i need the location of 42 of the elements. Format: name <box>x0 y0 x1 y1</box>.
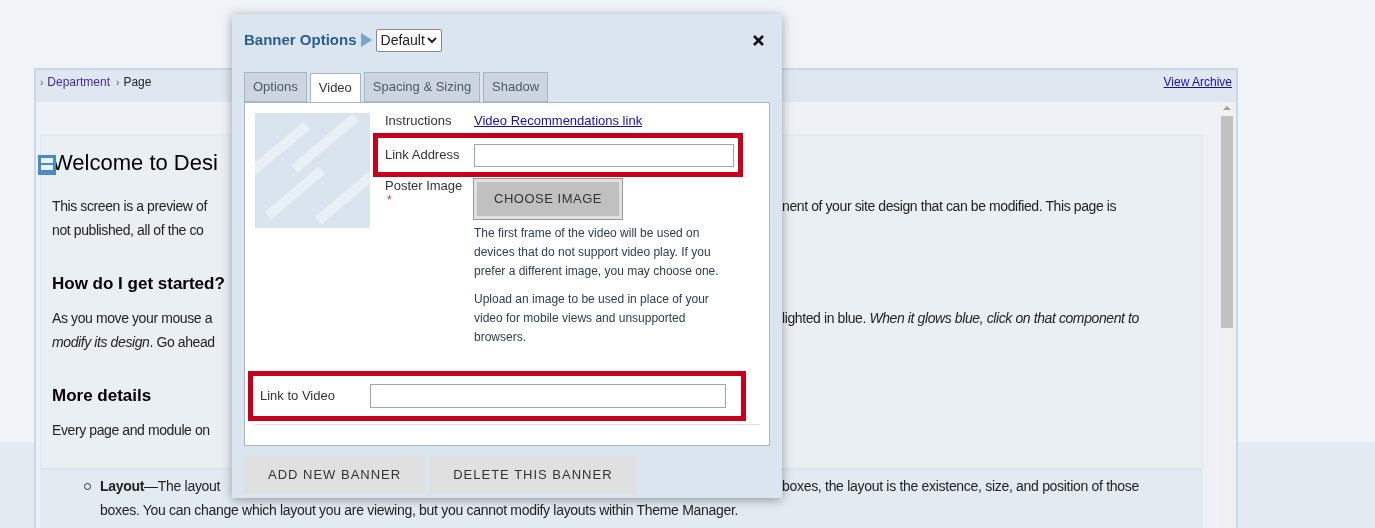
chevron-icon: › <box>116 74 120 90</box>
help-text: Upload an image to be used in place of your video for mobile views and unsupported browsers. <box>474 291 710 346</box>
link-address-field[interactable] <box>474 143 734 167</box>
close-icon[interactable] <box>753 34 764 46</box>
help-text: The first frame of the video will be used on devices that do not support video play. If you prefer a different image, you may choose one. <box>474 225 720 280</box>
list-item-text: Layout—The layout <box>100 476 221 496</box>
video-recommendations-link[interactable]: Video Recommendations link <box>474 114 643 127</box>
delete-banner-button[interactable]: DELETE THIS BANNER <box>429 456 637 494</box>
paragraph-text: This screen is a preview of <box>52 196 207 216</box>
dialog-title: Banner Options <box>244 29 357 50</box>
scroll-up-icon[interactable] <box>1223 106 1231 110</box>
link-to-video-label: Link to Video <box>260 387 336 406</box>
tab[interactable]: Spacing & Sizing <box>363 72 481 102</box>
preset-select[interactable]: Default <box>375 28 442 52</box>
tab[interactable]: Video <box>309 73 361 103</box>
add-banner-button[interactable]: ADD NEW BANNER <box>244 456 426 494</box>
section-heading: How do I get started? <box>52 273 225 296</box>
paragraph-text: not published, all of the co <box>52 220 204 240</box>
scrollbar-thumb[interactable] <box>1221 116 1233 328</box>
tab[interactable]: Shadow <box>483 72 549 102</box>
choose-image-button[interactable]: CHOOSE IMAGE <box>474 179 622 219</box>
poster-image-label: Poster Image <box>385 178 464 194</box>
paragraph-text: nent of your site design that can be modified. This page is <box>782 196 1117 216</box>
breadcrumb-link[interactable]: Department <box>47 73 111 91</box>
required-mark: * <box>386 194 393 206</box>
link-address-label: Link Address <box>385 146 461 165</box>
section-heading: Welcome to Desi <box>52 148 218 177</box>
paragraph-text: lighted in blue. When it glows blue, click on that component to <box>782 308 1139 328</box>
view-archive-link[interactable]: View Archive <box>1163 73 1232 91</box>
module-handle-icon[interactable] <box>38 155 56 175</box>
tab[interactable]: Options <box>244 72 307 102</box>
paragraph-text: modify its design. Go ahead <box>52 332 215 352</box>
chevron-down-icon <box>426 36 437 44</box>
breadcrumb-link[interactable]: Page <box>123 73 152 91</box>
list-item-text: boxes, the layout is the existence, size, and position of those <box>782 476 1140 496</box>
paragraph-text: As you move your mouse a <box>52 308 213 328</box>
paragraph-text: Every page and module on <box>52 420 210 440</box>
instructions-label: Instructions <box>385 114 453 127</box>
chevron-icon: › <box>40 74 44 90</box>
link-to-video-field[interactable] <box>370 384 726 408</box>
list-item-text: boxes. You can change which layout you are viewing, but you cannot modify layouts within Theme Manager. <box>100 500 739 520</box>
section-heading: More details <box>52 385 152 408</box>
